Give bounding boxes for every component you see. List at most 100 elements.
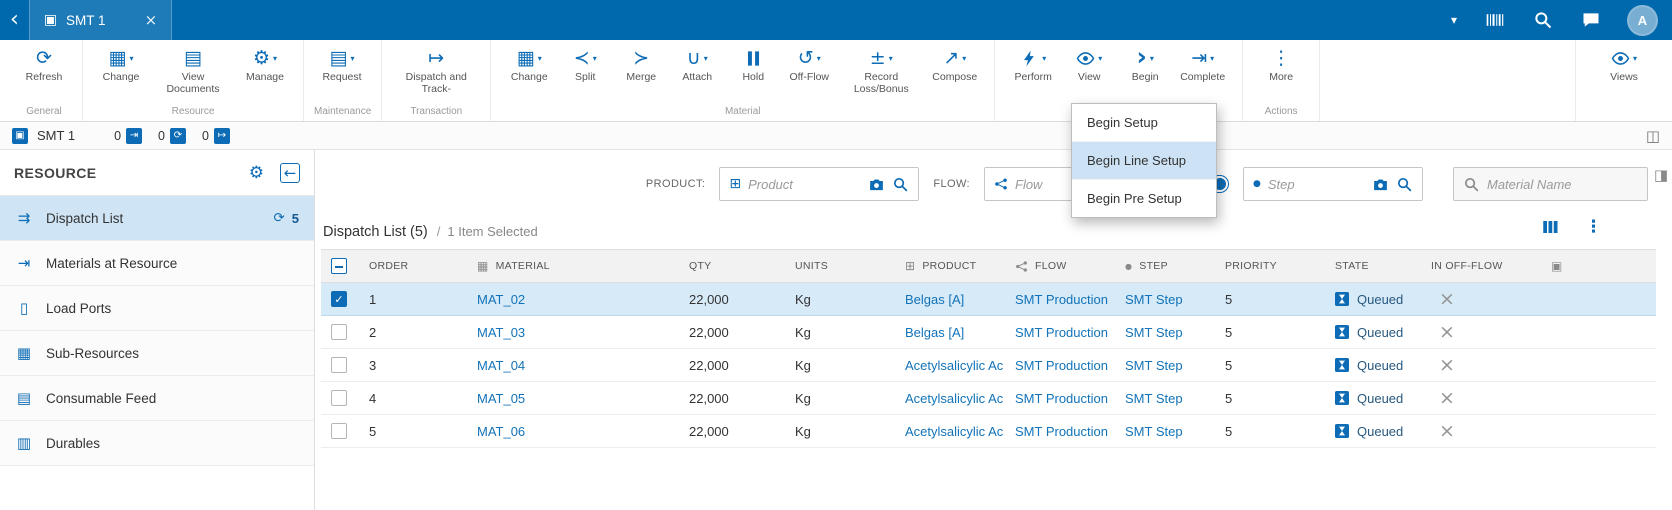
- compose-button[interactable]: ↗▾ Compose: [925, 45, 984, 84]
- step-link[interactable]: SMT Step: [1125, 424, 1183, 439]
- product-link[interactable]: Belgas [A]: [905, 292, 964, 307]
- row-checkbox[interactable]: [331, 324, 347, 340]
- col-state[interactable]: STATE: [1325, 260, 1421, 272]
- material-name-input[interactable]: [1487, 177, 1638, 192]
- search-icon[interactable]: [892, 176, 909, 193]
- off-flow-cross-icon[interactable]: ×: [1431, 422, 1455, 441]
- avatar[interactable]: A: [1629, 7, 1656, 34]
- change-resource-button[interactable]: ▦▾ Change: [93, 45, 149, 84]
- collapse-right-panel-icon[interactable]: ◨: [1654, 166, 1668, 184]
- col-flow[interactable]: FLOW: [1005, 260, 1115, 273]
- row-checkbox[interactable]: [331, 423, 347, 439]
- row-checkbox[interactable]: [331, 390, 347, 406]
- table-row[interactable]: 3 MAT_04 22,000 Kg Acetylsalicylic Ac SM…: [321, 349, 1656, 382]
- step-input[interactable]: [1268, 177, 1365, 192]
- camera-scan-icon[interactable]: [868, 176, 885, 193]
- attach-button[interactable]: ∪▾ Attach: [669, 45, 725, 84]
- sidebar-item-dispatch-list[interactable]: ⇉ Dispatch List ⟳5: [0, 196, 314, 241]
- camera-scan-icon[interactable]: [1372, 176, 1389, 193]
- counter-track-in[interactable]: 0⇥: [114, 128, 142, 144]
- split-button[interactable]: ≺▾ Split: [557, 45, 613, 84]
- col-step[interactable]: ●STEP: [1115, 260, 1215, 272]
- begin-button[interactable]: ›▾ Begin: [1117, 45, 1173, 84]
- flow-link[interactable]: SMT Production: [1015, 358, 1108, 373]
- off-flow-cross-icon[interactable]: ×: [1431, 389, 1455, 408]
- complete-button[interactable]: ⇥▾ Complete: [1173, 45, 1232, 84]
- material-link[interactable]: MAT_02: [477, 292, 525, 307]
- col-actions[interactable]: ▣: [1541, 259, 1656, 273]
- col-qty[interactable]: QTY: [679, 260, 785, 272]
- menu-item-begin-setup[interactable]: Begin Setup: [1072, 104, 1216, 142]
- request-button[interactable]: ▤▾ Request: [314, 45, 370, 84]
- counter-processing[interactable]: 0⟳: [158, 128, 186, 144]
- material-link[interactable]: MAT_06: [477, 424, 525, 439]
- product-filter-input[interactable]: ⊞: [719, 167, 919, 201]
- sidebar-item-load-ports[interactable]: ▯ Load Ports: [0, 286, 314, 331]
- material-link[interactable]: MAT_04: [477, 358, 525, 373]
- dispatch-track-button[interactable]: ↦ Dispatch and Track-: [392, 45, 480, 96]
- product-link[interactable]: Acetylsalicylic Ac: [905, 358, 1003, 373]
- table-row[interactable]: 4 MAT_05 22,000 Kg Acetylsalicylic Ac SM…: [321, 382, 1656, 415]
- off-flow-button[interactable]: ↺▾ Off-Flow: [781, 45, 837, 84]
- collapse-sidebar-icon[interactable]: ←: [280, 163, 300, 183]
- change-material-button[interactable]: ▦▾ Change: [501, 45, 557, 84]
- product-input[interactable]: [748, 177, 861, 192]
- views-button[interactable]: ▾ Views: [1596, 45, 1652, 84]
- sidebar-item-consumable-feed[interactable]: ▤ Consumable Feed: [0, 376, 314, 421]
- row-checkbox[interactable]: [331, 357, 347, 373]
- product-link[interactable]: Acetylsalicylic Ac: [905, 391, 1003, 406]
- more-options-icon[interactable]: ⋮: [1585, 217, 1602, 237]
- tab-smt1[interactable]: ▣ SMT 1 ×: [29, 0, 172, 40]
- off-flow-cross-icon[interactable]: ×: [1431, 290, 1455, 309]
- step-filter-input[interactable]: ●: [1243, 167, 1423, 201]
- row-checkbox[interactable]: ✓: [331, 291, 347, 307]
- sidebar-item-durables[interactable]: ▥ Durables: [0, 421, 314, 466]
- record-loss-bonus-button[interactable]: ±▾ Record Loss/Bonus: [837, 45, 925, 96]
- table-row[interactable]: ✓ 1 MAT_02 22,000 Kg Belgas [A] SMT Prod…: [321, 283, 1656, 316]
- off-flow-cross-icon[interactable]: ×: [1431, 323, 1455, 342]
- material-link[interactable]: MAT_05: [477, 391, 525, 406]
- flow-link[interactable]: SMT Production: [1015, 424, 1108, 439]
- col-in-off-flow[interactable]: IN OFF-FLOW: [1421, 260, 1541, 272]
- hold-button[interactable]: Hold: [725, 45, 781, 84]
- manage-button[interactable]: ⚙▾ Manage: [237, 45, 293, 84]
- more-button[interactable]: ⋮ More: [1253, 45, 1309, 84]
- search-icon[interactable]: [1396, 176, 1413, 193]
- merge-button[interactable]: ≻ Merge: [613, 45, 669, 84]
- step-link[interactable]: SMT Step: [1125, 358, 1183, 373]
- step-link[interactable]: SMT Step: [1125, 391, 1183, 406]
- flow-link[interactable]: SMT Production: [1015, 391, 1108, 406]
- product-link[interactable]: Acetylsalicylic Ac: [905, 424, 1003, 439]
- menu-item-begin-line-setup[interactable]: Begin Line Setup: [1072, 142, 1216, 180]
- column-settings-icon[interactable]: [1541, 218, 1559, 236]
- flow-link[interactable]: SMT Production: [1015, 325, 1108, 340]
- chat-icon[interactable]: [1581, 10, 1601, 30]
- select-all-checkbox[interactable]: [331, 258, 347, 274]
- back-chevron-icon[interactable]: ‹: [10, 9, 19, 31]
- expand-panel-icon[interactable]: ◫: [1646, 127, 1660, 145]
- search-icon[interactable]: [1533, 10, 1553, 30]
- material-name-search[interactable]: [1453, 167, 1648, 201]
- view-button[interactable]: ▾ View: [1061, 45, 1117, 84]
- flow-link[interactable]: SMT Production: [1015, 292, 1108, 307]
- step-link[interactable]: SMT Step: [1125, 325, 1183, 340]
- counter-track-out[interactable]: 0↦: [202, 128, 230, 144]
- table-row[interactable]: 5 MAT_06 22,000 Kg Acetylsalicylic Ac SM…: [321, 415, 1656, 448]
- col-units[interactable]: UNITS: [785, 260, 895, 272]
- step-link[interactable]: SMT Step: [1125, 292, 1183, 307]
- perform-button[interactable]: ▾ Perform: [1005, 45, 1061, 84]
- col-order[interactable]: ORDER: [359, 260, 467, 272]
- chevron-down-icon[interactable]: ▾: [1451, 13, 1457, 27]
- col-priority[interactable]: PRIORITY: [1215, 260, 1325, 272]
- view-documents-button[interactable]: ▤ View Documents: [149, 45, 237, 96]
- barcode-scan-icon[interactable]: [1485, 10, 1505, 30]
- col-product[interactable]: ⊞PRODUCT: [895, 259, 1005, 273]
- material-link[interactable]: MAT_03: [477, 325, 525, 340]
- product-link[interactable]: Belgas [A]: [905, 325, 964, 340]
- off-flow-cross-icon[interactable]: ×: [1431, 356, 1455, 375]
- close-tab-icon[interactable]: ×: [145, 11, 158, 29]
- table-row[interactable]: 2 MAT_03 22,000 Kg Belgas [A] SMT Produc…: [321, 316, 1656, 349]
- sidebar-item-sub-resources[interactable]: ▦ Sub-Resources: [0, 331, 314, 376]
- sidebar-item-materials-at-resource[interactable]: ⇥ Materials at Resource: [0, 241, 314, 286]
- gear-icon[interactable]: ⚙: [249, 163, 264, 183]
